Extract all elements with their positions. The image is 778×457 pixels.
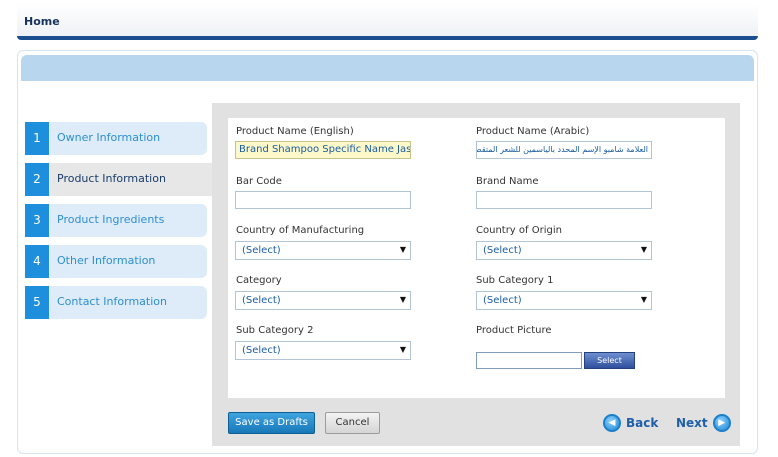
back-arrow-icon: ◀ bbox=[603, 414, 621, 432]
panel-header-band bbox=[21, 55, 754, 81]
country-of-manufacturing-label: Country of Manufacturing bbox=[236, 225, 365, 236]
chevron-down-icon: ▼ bbox=[399, 245, 406, 254]
select-value: (Select) bbox=[483, 245, 522, 256]
next-label: Next bbox=[676, 416, 708, 430]
step-product-information[interactable]: 2 Product Information bbox=[25, 163, 213, 196]
select-value: (Select) bbox=[242, 295, 281, 306]
country-of-origin-label: Country of Origin bbox=[476, 225, 562, 236]
next-button[interactable]: Next ▶ bbox=[676, 414, 731, 432]
step-number: 2 bbox=[25, 163, 49, 196]
step-contact-information[interactable]: 5 Contact Information bbox=[25, 286, 207, 319]
step-label: Other Information bbox=[57, 254, 156, 267]
sub-category-2-select[interactable]: (Select) ▼ bbox=[235, 341, 411, 360]
step-other-information[interactable]: 4 Other Information bbox=[25, 245, 207, 278]
top-navigation-bar: Home bbox=[17, 4, 758, 40]
product-name-english-label: Product Name (English) bbox=[236, 126, 354, 137]
product-picture-label: Product Picture bbox=[476, 325, 552, 336]
bar-code-label: Bar Code bbox=[236, 176, 282, 187]
next-arrow-icon: ▶ bbox=[712, 414, 731, 432]
select-value: (Select) bbox=[483, 295, 522, 306]
back-label: Back bbox=[626, 416, 659, 430]
save-as-drafts-button[interactable]: Save as Drafts bbox=[228, 412, 315, 434]
step-number: 3 bbox=[25, 204, 49, 237]
step-owner-information[interactable]: 1 Owner Information bbox=[25, 122, 207, 155]
chevron-down-icon: ▼ bbox=[640, 295, 647, 304]
step-number: 5 bbox=[25, 286, 49, 319]
select-picture-button[interactable]: Select bbox=[584, 352, 635, 369]
chevron-down-icon: ▼ bbox=[399, 345, 406, 354]
step-product-ingredients[interactable]: 3 Product Ingredients bbox=[25, 204, 207, 237]
brand-name-input[interactable] bbox=[476, 191, 652, 209]
category-select[interactable]: (Select) ▼ bbox=[235, 291, 411, 310]
sub-category-1-select[interactable]: (Select) ▼ bbox=[476, 291, 652, 310]
step-label: Contact Information bbox=[57, 295, 167, 308]
step-label: Product Ingredients bbox=[57, 213, 165, 226]
product-name-english-input[interactable]: Brand Shampoo Specific Name Jasm bbox=[235, 141, 411, 159]
product-picture-file-input[interactable] bbox=[476, 352, 582, 369]
step-label: Product Information bbox=[57, 172, 166, 185]
country-of-manufacturing-select[interactable]: (Select) ▼ bbox=[235, 241, 411, 260]
select-value: (Select) bbox=[242, 245, 281, 256]
home-link[interactable]: Home bbox=[24, 15, 60, 28]
step-number: 4 bbox=[25, 245, 49, 278]
chevron-down-icon: ▼ bbox=[640, 245, 647, 254]
step-number: 1 bbox=[25, 122, 49, 155]
product-name-arabic-label: Product Name (Arabic) bbox=[476, 126, 590, 137]
brand-name-label: Brand Name bbox=[476, 176, 539, 187]
back-button[interactable]: ◀ Back bbox=[603, 414, 658, 432]
cancel-button[interactable]: Cancel bbox=[325, 412, 380, 434]
sub-category-2-label: Sub Category 2 bbox=[236, 325, 314, 336]
country-of-origin-select[interactable]: (Select) ▼ bbox=[476, 241, 652, 260]
sub-category-1-label: Sub Category 1 bbox=[476, 275, 554, 286]
select-value: (Select) bbox=[242, 345, 281, 356]
product-name-arabic-input[interactable]: العلامة شامبو الإسم المحدد بالياسمين للش… bbox=[476, 141, 652, 159]
step-label: Owner Information bbox=[57, 131, 161, 144]
bar-code-input[interactable] bbox=[235, 191, 411, 209]
chevron-down-icon: ▼ bbox=[399, 295, 406, 304]
category-label: Category bbox=[236, 275, 282, 286]
